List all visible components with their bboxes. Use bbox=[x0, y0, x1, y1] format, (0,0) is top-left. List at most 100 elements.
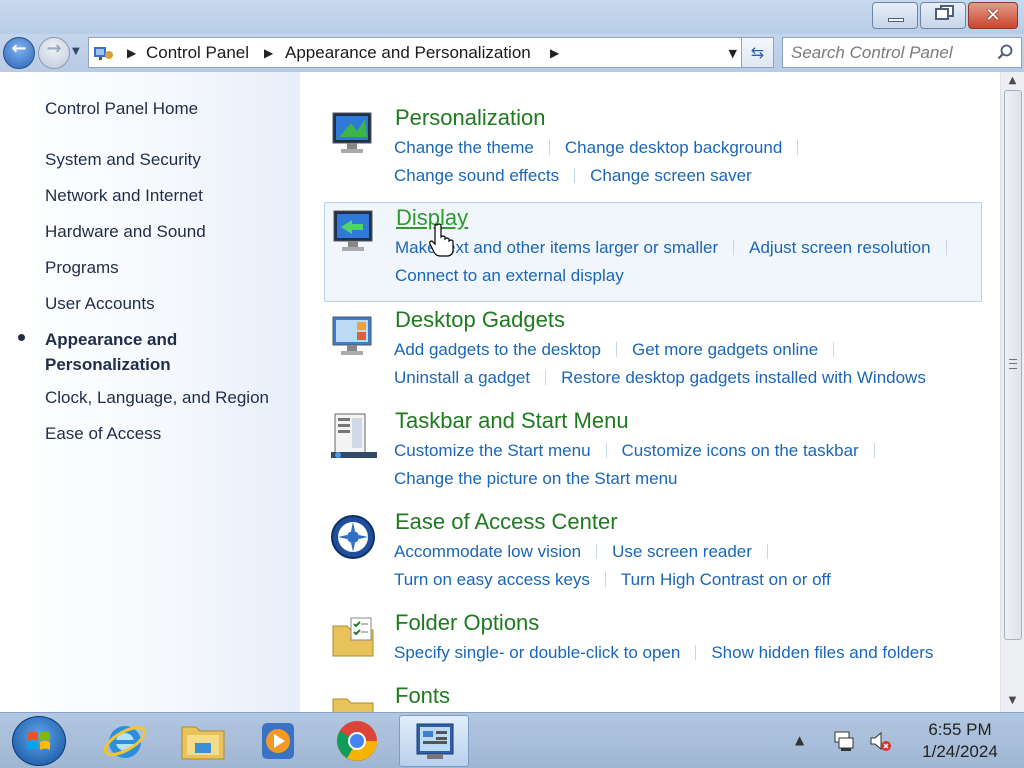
taskbar-media-player[interactable] bbox=[243, 715, 313, 767]
link-row: Make text and other items larger or smal… bbox=[395, 238, 962, 258]
link-row: Add gadgets to the desktop Get more gadge… bbox=[394, 340, 849, 360]
media-player-icon bbox=[262, 723, 294, 759]
taskbar-chrome[interactable] bbox=[322, 715, 392, 767]
volume-muted-icon[interactable] bbox=[868, 729, 892, 753]
sidebar-item-programs[interactable]: Programs bbox=[45, 258, 119, 278]
restore-button[interactable] bbox=[920, 2, 966, 29]
link-separator bbox=[873, 443, 875, 458]
scroll-thumb[interactable] bbox=[1004, 90, 1022, 640]
sidebar-item-clock-language-region[interactable]: Clock, Language, and Region bbox=[45, 388, 269, 408]
hand-pointer-cursor-icon bbox=[429, 223, 454, 257]
category-title-folder-options[interactable]: Folder Options bbox=[395, 610, 539, 636]
link-connect-external-display[interactable]: Connect to an external display bbox=[395, 266, 624, 285]
link-row: Change the theme Change desktop backgroun… bbox=[394, 138, 813, 158]
back-button[interactable]: ← bbox=[3, 37, 35, 69]
address-bar[interactable]: ▶ Control Panel ▶ Appearance and Persona… bbox=[88, 37, 742, 68]
link-change-desktop-background[interactable]: Change desktop background bbox=[565, 138, 782, 157]
navigation-bar: ← → ▼ ▶ Control Panel ▶ Appearance and P… bbox=[0, 34, 1024, 72]
recent-pages-dropdown-icon[interactable]: ▼ bbox=[72, 46, 80, 57]
taskbar-control-panel[interactable] bbox=[399, 715, 469, 767]
search-input[interactable] bbox=[791, 42, 986, 64]
refresh-button[interactable]: ⇆ bbox=[742, 37, 774, 68]
category-title-fonts[interactable]: Fonts bbox=[395, 683, 450, 709]
link-row: Connect to an external display bbox=[395, 266, 624, 286]
category-title-ease-of-access-center[interactable]: Ease of Access Center bbox=[395, 509, 618, 535]
clock-date: 1/24/2024 bbox=[922, 742, 998, 761]
link-separator bbox=[605, 443, 607, 458]
sidebar-item-system-and-security[interactable]: System and Security bbox=[45, 150, 201, 170]
forward-button[interactable]: → bbox=[38, 37, 70, 69]
link-row: Change the picture on the Start menu bbox=[394, 469, 678, 489]
restore-icon-front bbox=[935, 8, 949, 20]
link-row: Specify single- or double-click to open S… bbox=[394, 643, 933, 663]
scroll-grip-icon bbox=[1009, 359, 1017, 369]
link-customize-start-menu[interactable]: Customize the Start menu bbox=[394, 441, 591, 460]
file-explorer-icon bbox=[181, 726, 225, 760]
link-uninstall-gadget[interactable]: Uninstall a gadget bbox=[394, 368, 530, 387]
close-button[interactable]: ✕ bbox=[968, 2, 1018, 29]
link-high-contrast[interactable]: Turn High Contrast on or off bbox=[621, 570, 831, 589]
taskbar-file-explorer[interactable] bbox=[168, 715, 238, 767]
ease-of-access-icon bbox=[331, 515, 375, 559]
start-button[interactable] bbox=[12, 716, 66, 766]
vertical-scrollbar[interactable]: ▲ ▼ bbox=[1000, 72, 1024, 712]
window-controls: ✕ bbox=[870, 2, 1018, 29]
link-separator bbox=[797, 140, 799, 155]
category-display: Display Make text and other items larger… bbox=[324, 202, 982, 302]
category-title-desktop-gadgets[interactable]: Desktop Gadgets bbox=[395, 307, 565, 333]
sidebar: Control Panel Home System and Security N… bbox=[0, 72, 300, 712]
link-separator bbox=[604, 572, 606, 587]
link-single-double-click[interactable]: Specify single- or double-click to open bbox=[394, 643, 680, 662]
link-change-start-menu-picture[interactable]: Change the picture on the Start menu bbox=[394, 469, 678, 488]
link-separator bbox=[945, 240, 947, 255]
breadcrumb-arrow-icon[interactable]: ▶ bbox=[264, 46, 273, 60]
show-hidden-icons-arrow-icon[interactable]: ▲ bbox=[795, 733, 804, 747]
link-separator bbox=[545, 370, 547, 385]
address-history-dropdown-icon[interactable]: ▼ bbox=[729, 47, 737, 60]
breadcrumb-arrow-icon[interactable]: ▶ bbox=[550, 46, 559, 60]
control-panel-small-icon bbox=[94, 47, 113, 60]
link-accommodate-low-vision[interactable]: Accommodate low vision bbox=[394, 542, 581, 561]
link-use-screen-reader[interactable]: Use screen reader bbox=[612, 542, 752, 561]
scroll-down-arrow-icon[interactable]: ▼ bbox=[1001, 692, 1024, 710]
category-title-taskbar-start-menu[interactable]: Taskbar and Start Menu bbox=[395, 408, 629, 434]
link-customize-taskbar-icons[interactable]: Customize icons on the taskbar bbox=[622, 441, 859, 460]
taskbar-internet-explorer[interactable] bbox=[90, 715, 160, 767]
breadcrumb-appearance[interactable]: Appearance and Personalization bbox=[285, 43, 531, 63]
link-change-sound-effects[interactable]: Change sound effects bbox=[394, 166, 559, 185]
system-clock[interactable]: 6:55 PM 1/24/2024 bbox=[905, 719, 1015, 763]
sidebar-control-panel-home[interactable]: Control Panel Home bbox=[45, 99, 198, 119]
scroll-up-arrow-icon[interactable]: ▲ bbox=[1001, 72, 1024, 90]
category-title-personalization[interactable]: Personalization bbox=[395, 105, 545, 131]
search-icon[interactable] bbox=[997, 44, 1013, 60]
link-row: Change sound effects Change screen saver bbox=[394, 166, 752, 186]
category-ease-of-access-center: Ease of Access Center Accommodate low vi… bbox=[324, 509, 982, 595]
sidebar-item-appearance-and-personalization[interactable]: Appearance and Personalization bbox=[45, 327, 177, 377]
sidebar-item-hardware-and-sound[interactable]: Hardware and Sound bbox=[45, 222, 206, 242]
link-easy-access-keys[interactable]: Turn on easy access keys bbox=[394, 570, 590, 589]
link-separator bbox=[833, 342, 835, 357]
link-change-theme[interactable]: Change the theme bbox=[394, 138, 534, 157]
link-get-more-gadgets[interactable]: Get more gadgets online bbox=[632, 340, 818, 359]
sidebar-item-ease-of-access[interactable]: Ease of Access bbox=[45, 424, 161, 444]
network-icon[interactable] bbox=[832, 729, 856, 753]
active-item-bullet-icon bbox=[18, 334, 25, 341]
sidebar-item-network-and-internet[interactable]: Network and Internet bbox=[45, 186, 203, 206]
link-change-screen-saver[interactable]: Change screen saver bbox=[590, 166, 752, 185]
refresh-icon: ⇆ bbox=[750, 43, 765, 62]
sidebar-item-user-accounts[interactable]: User Accounts bbox=[45, 294, 155, 314]
sidebar-active-label-line2: Personalization bbox=[45, 355, 171, 374]
link-adjust-screen-resolution[interactable]: Adjust screen resolution bbox=[749, 238, 930, 257]
link-show-hidden-files[interactable]: Show hidden files and folders bbox=[711, 643, 933, 662]
breadcrumb-control-panel[interactable]: Control Panel bbox=[146, 43, 249, 63]
clock-time: 6:55 PM bbox=[928, 720, 992, 739]
chrome-icon bbox=[337, 721, 377, 761]
link-add-gadgets[interactable]: Add gadgets to the desktop bbox=[394, 340, 601, 359]
search-box[interactable] bbox=[782, 37, 1022, 68]
breadcrumb-root-arrow-icon[interactable]: ▶ bbox=[127, 46, 136, 60]
category-folder-options: Folder Options Specify single- or double… bbox=[324, 610, 982, 670]
minimize-button[interactable] bbox=[872, 2, 918, 29]
link-restore-gadgets[interactable]: Restore desktop gadgets installed with W… bbox=[561, 368, 926, 387]
link-row: Customize the Start menu Customize icons … bbox=[394, 441, 890, 461]
link-separator bbox=[695, 645, 697, 660]
